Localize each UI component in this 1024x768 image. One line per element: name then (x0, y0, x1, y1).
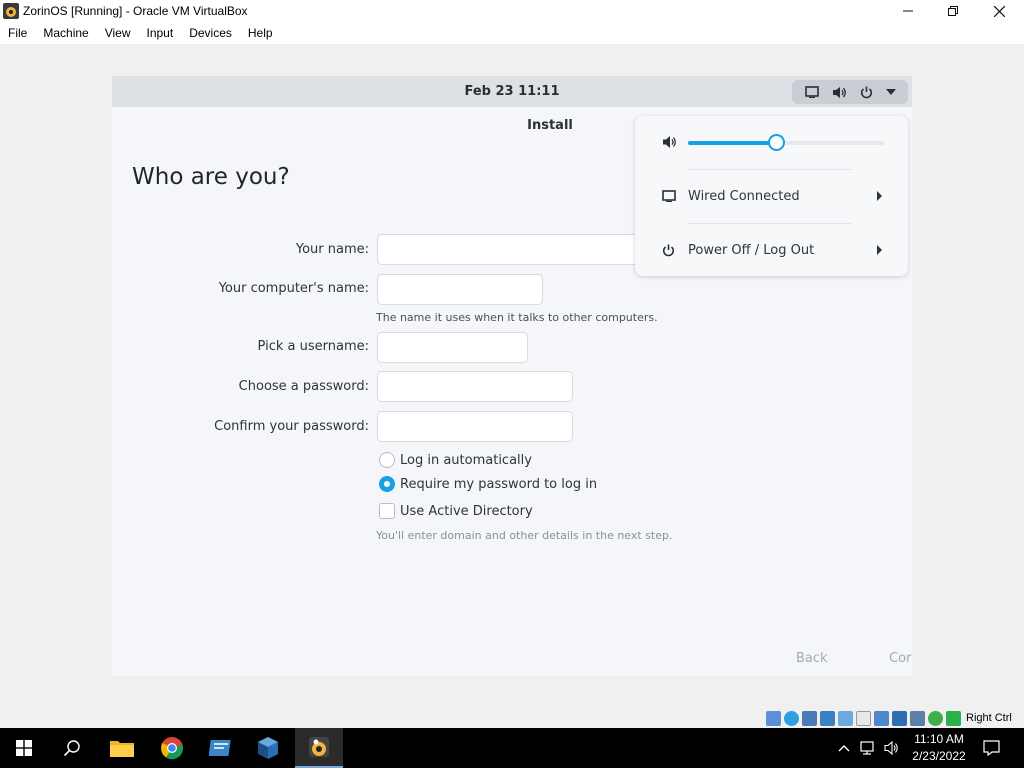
optical-drive-icon[interactable] (784, 710, 799, 726)
require-password-option[interactable]: Require my password to log in (379, 476, 597, 492)
guest-top-bar: Feb 23 11:11 (112, 76, 912, 107)
title-bar: ZorinOS [Running] - Oracle VM VirtualBox (0, 0, 1024, 22)
network-icon[interactable] (860, 741, 876, 755)
submenu-arrow-icon (877, 245, 882, 255)
power-off-item[interactable]: Power Off / Log Out (662, 239, 882, 261)
close-button[interactable] (976, 0, 1022, 22)
speaker-icon[interactable] (884, 741, 900, 755)
page-heading: Who are you? (132, 164, 290, 190)
shared-folders-icon[interactable] (856, 710, 871, 726)
host-key-label: Right Ctrl (966, 712, 1012, 724)
clock[interactable]: 11:10 AM 2/23/2022 (906, 731, 972, 765)
notifications-button[interactable] (968, 728, 1014, 768)
virtualbox-icon (258, 737, 278, 759)
menu-separator (688, 169, 852, 170)
taskbar-app[interactable] (197, 728, 245, 768)
volume-icon (832, 86, 846, 98)
zorin-vm-icon (309, 737, 329, 757)
menu-devices[interactable]: Devices (181, 26, 240, 40)
taskbar-virtualbox-manager[interactable] (244, 728, 292, 768)
windows-icon (16, 740, 32, 756)
system-indicators[interactable] (792, 80, 908, 104)
taskbar-chrome[interactable] (148, 728, 196, 768)
hard-disk-icon[interactable] (766, 710, 781, 726)
confirm-password-label: Confirm your password: (214, 419, 369, 434)
network-wired-icon (662, 190, 676, 202)
computer-name-label: Your computer's name: (218, 281, 369, 296)
menu-separator (688, 223, 852, 224)
mouse-integration-icon[interactable] (946, 710, 961, 726)
volume-slider[interactable] (688, 134, 884, 151)
password-label: Choose a password: (238, 379, 369, 394)
wired-connected-item[interactable]: Wired Connected (662, 185, 882, 207)
active-directory-label: Use Active Directory (400, 503, 533, 519)
window-title: ZorinOS [Running] - Oracle VM VirtualBox (23, 4, 248, 18)
chevron-up-icon[interactable] (838, 744, 850, 752)
search-icon (63, 740, 80, 757)
volume-slider-handle[interactable] (768, 134, 786, 151)
power-icon (860, 86, 872, 98)
active-directory-hint: You'll enter domain and other details in… (376, 529, 673, 542)
login-auto-label: Log in automatically (400, 452, 532, 468)
audio-icon[interactable] (802, 710, 817, 726)
login-auto-option[interactable]: Log in automatically (379, 452, 532, 468)
power-icon (662, 244, 675, 256)
system-tray (838, 728, 900, 768)
application-icon (209, 740, 231, 756)
require-password-label: Require my password to log in (400, 476, 598, 492)
menu-view[interactable]: View (97, 26, 139, 40)
volume-slider-fill (688, 141, 777, 145)
username-label: Pick a username: (257, 339, 369, 354)
virtualization-icon[interactable] (928, 710, 943, 726)
folder-icon (110, 741, 134, 757)
menu-machine[interactable]: Machine (35, 26, 96, 40)
username-field[interactable] (377, 332, 528, 363)
your-name-label: Your name: (295, 242, 369, 257)
your-name-field[interactable] (377, 234, 677, 265)
computer-name-hint: The name it uses when it talks to other … (376, 311, 658, 324)
vm-status-bar: Right Ctrl (766, 710, 1012, 726)
power-off-label: Power Off / Log Out (688, 242, 815, 258)
submenu-arrow-icon (877, 191, 882, 201)
back-button[interactable]: Back (796, 651, 828, 666)
continue-button[interactable]: Cor (889, 651, 911, 666)
recording-icon[interactable] (892, 710, 907, 726)
active-directory-checkbox[interactable] (379, 503, 395, 519)
computer-name-field[interactable] (377, 274, 543, 305)
menu-input[interactable]: Input (139, 26, 182, 40)
usb-icon[interactable] (838, 710, 853, 726)
minimize-button[interactable] (885, 0, 931, 22)
search-button[interactable] (48, 728, 96, 768)
maximize-button[interactable] (930, 0, 976, 22)
display-icon (804, 86, 819, 98)
require-password-radio[interactable] (379, 476, 395, 492)
menu-bar: File Machine View Input Devices Help (0, 22, 1024, 44)
menu-file[interactable]: File (0, 26, 35, 40)
display-icon[interactable] (874, 710, 889, 726)
taskbar-file-explorer[interactable] (98, 728, 146, 768)
clock-date: 2/23/2022 (912, 749, 966, 763)
chevron-down-icon (885, 89, 896, 95)
taskbar-zorin-vm[interactable] (295, 728, 343, 768)
login-auto-radio[interactable] (379, 452, 395, 468)
system-menu: Wired Connected Power Off / Log Out (635, 116, 908, 276)
password-field[interactable] (377, 371, 573, 402)
confirm-password-field[interactable] (377, 411, 573, 442)
start-button[interactable] (0, 728, 48, 768)
zorin-vm-icon (3, 3, 19, 19)
active-directory-option[interactable]: Use Active Directory (379, 503, 533, 519)
notification-icon (982, 740, 1000, 756)
vm-display[interactable]: Feb 23 11:11 Install Who are you? Your n… (112, 76, 912, 676)
virtualbox-window: ZorinOS [Running] - Oracle VM VirtualBox… (0, 0, 1024, 728)
volume-icon (663, 136, 676, 148)
network-icon[interactable] (820, 710, 835, 726)
clock-time: 11:10 AM (914, 732, 964, 746)
chrome-icon (161, 737, 184, 760)
menu-help[interactable]: Help (240, 26, 281, 40)
cpu-icon[interactable] (910, 710, 925, 726)
wired-connected-label: Wired Connected (688, 188, 800, 204)
taskbar: 11:10 AM 2/23/2022 (0, 728, 1024, 768)
